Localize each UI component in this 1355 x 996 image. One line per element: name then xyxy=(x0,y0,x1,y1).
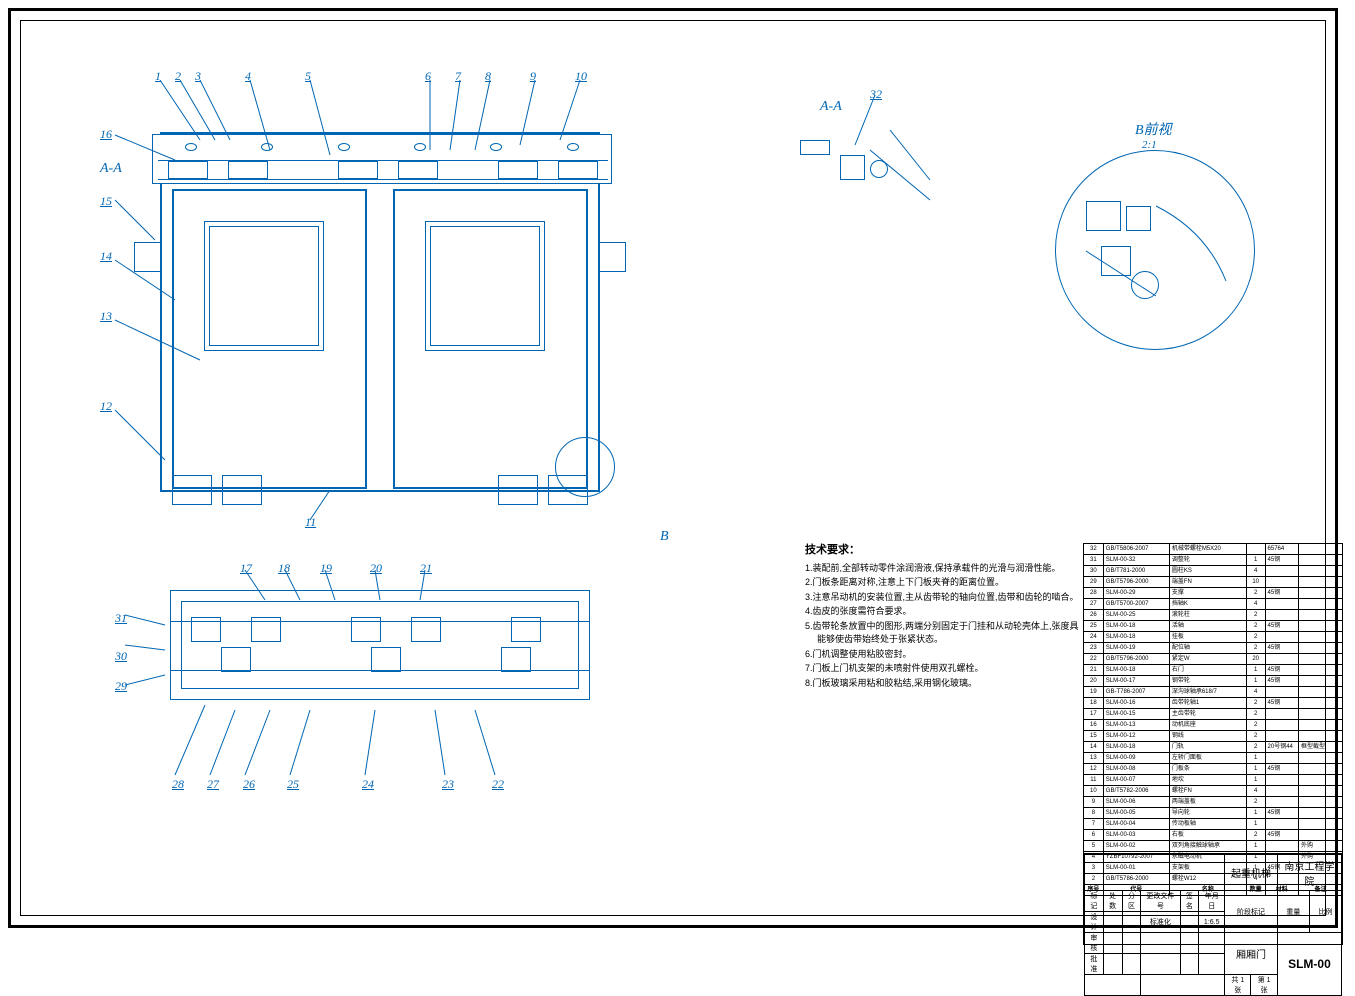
bom-row: 16SLM-00-13动机底座2 xyxy=(1084,720,1343,731)
bom-row: 26SLM-00-25滚轮柱2 xyxy=(1084,610,1343,621)
tech-req-item: 4.齿皮的张度需符合要求。 xyxy=(805,605,1085,619)
bom-row: 21SLM-00-18右门145钢 xyxy=(1084,665,1343,676)
balloon: 6 xyxy=(425,70,431,82)
right-door-panel xyxy=(393,189,588,489)
balloon: 26 xyxy=(243,778,255,790)
foot-bracket xyxy=(222,475,262,505)
bom-row: 23SLM-00-19配位轴245钢 xyxy=(1084,643,1343,654)
balloon: 22 xyxy=(492,778,504,790)
bom-row: 8SLM-00-05导向轮145钢 xyxy=(1084,808,1343,819)
balloon: 12 xyxy=(100,400,112,412)
bom-row: 14SLM-00-18门轨220号钢44框型截型 xyxy=(1084,742,1343,753)
right-door-window xyxy=(425,221,545,351)
balloon: 19 xyxy=(320,562,332,574)
balloon: 8 xyxy=(485,70,491,82)
tech-req-item: 1.装配前,全部转动零件涂润滑液,保持承载件的光滑与润滑性能。 xyxy=(805,562,1085,576)
left-door-panel xyxy=(172,189,367,489)
balloon: 10 xyxy=(575,70,587,82)
bom-row: 28SLM-00-29支撑245钢 xyxy=(1084,588,1343,599)
balloon: 23 xyxy=(442,778,454,790)
balloon: 1 xyxy=(155,70,161,82)
section-a-a-view: A-A xyxy=(790,100,960,230)
balloon: 3 xyxy=(195,70,201,82)
bom-row: 5SLM-00-02双列角接触球轴承1外购 xyxy=(1084,841,1343,852)
dwg-title2: 厢厢门 xyxy=(1225,933,1278,975)
tech-req-item: 5.齿带轮条放置中的图形,两端分别固定于门挂和从动轮壳体上,张度具能够使齿带始终… xyxy=(805,620,1085,647)
bom-row: 25SLM-00-18活轴245钢 xyxy=(1084,621,1343,632)
bom-row: 20SLM-00-17钢带轮145钢 xyxy=(1084,676,1343,687)
top-view xyxy=(130,570,630,750)
tech-req-title: 技术要求： xyxy=(805,542,1085,559)
foot-bracket xyxy=(498,475,538,505)
bom-row: 27GB/T5700-2007挡轴K4 xyxy=(1084,599,1343,610)
bom-row: 19GB-T786-2007深沟球轴承618/74 xyxy=(1084,687,1343,698)
balloon: 14 xyxy=(100,250,112,262)
balloon: 18 xyxy=(278,562,290,574)
tech-req-item: 7.门板上门机支架的未喷射件使用双孔螺栓。 xyxy=(805,662,1085,676)
title-block: 起重机梯 南京工程学院 标记处数分区 更改文件号签名年月日 阶段标记 重量比例 … xyxy=(1083,853,1343,945)
balloon: 20 xyxy=(370,562,382,574)
bom-row: 18SLM-00-16齿带轮轴1245钢 xyxy=(1084,698,1343,709)
left-door-window xyxy=(204,221,324,351)
balloon: 28 xyxy=(172,778,184,790)
header-rail xyxy=(152,134,612,184)
bom-row: 24SLM-00-18挂板2 xyxy=(1084,632,1343,643)
side-bracket xyxy=(598,242,626,272)
technical-requirements: 技术要求： 1.装配前,全部转动零件涂润滑液,保持承载件的光滑与润滑性能。2.门… xyxy=(805,542,1085,691)
balloon: 17 xyxy=(240,562,252,574)
detail-b-indicator xyxy=(555,437,615,497)
balloon: 21 xyxy=(420,562,432,574)
bom-row: 7SLM-00-04传动板轴1 xyxy=(1084,819,1343,830)
balloon: 2 xyxy=(175,70,181,82)
balloon: 5 xyxy=(305,70,311,82)
bom-row: 32GB/T5806-2007机械带螺栓M5X2065764 xyxy=(1084,544,1343,555)
tech-req-item: 8.门板玻璃采用粘和胶粘结,采用钢化玻璃。 xyxy=(805,677,1085,691)
balloon: 7 xyxy=(455,70,461,82)
dwg-number: SLM-00 xyxy=(1277,933,1341,996)
foot-bracket xyxy=(172,475,212,505)
tech-req-item: 2.门板条距离对称,注意上下门板夹脊的距离位置。 xyxy=(805,576,1085,590)
tech-req-item: 3.注意吊动机的安装位置,主从齿带轮的轴向位置,齿带和齿轮的啮合。 xyxy=(805,591,1085,605)
bom-row: 6SLM-00-03右板245钢 xyxy=(1084,830,1343,841)
bom-row: 13SLM-00-09左轿门面板1 xyxy=(1084,753,1343,764)
section-aa-label: A-A xyxy=(820,100,842,114)
balloon: 24 xyxy=(362,778,374,790)
balloon: 32 xyxy=(870,88,882,100)
balloon: 27 xyxy=(207,778,219,790)
detail-b-marker: B xyxy=(660,530,669,544)
door-frame xyxy=(160,132,600,492)
bom-row: 31SLM-00-32调整轮145钢 xyxy=(1084,555,1343,566)
detail-b-view: B前视 2:1 xyxy=(1050,130,1260,340)
balloon: 11 xyxy=(305,516,316,528)
balloon: 16 xyxy=(100,128,112,140)
bom-row: 30GB/T781-2000圆柱KS4 xyxy=(1084,566,1343,577)
bom-row: 9SLM-00-06两端盖板2 xyxy=(1084,797,1343,808)
balloon: 29 xyxy=(115,680,127,692)
bom-row: 12SLM-00-08门板条145钢 xyxy=(1084,764,1343,775)
bom-row: 15SLM-00-12钢线2 xyxy=(1084,731,1343,742)
school: 南京工程学院 xyxy=(1277,855,1341,891)
bom-row: 22GB/T5796-2000紧定W20 xyxy=(1084,654,1343,665)
detail-b-label: B前视 xyxy=(1135,124,1172,138)
balloon: 30 xyxy=(115,650,127,662)
balloon: 31 xyxy=(115,612,127,624)
bom-row: 10GB/T5782-2006螺栓FN4 xyxy=(1084,786,1343,797)
balloon: 4 xyxy=(245,70,251,82)
tech-req-item: 6.门机调整使用粘胶密封。 xyxy=(805,648,1085,662)
bom-row: 11SLM-00-07地坎1 xyxy=(1084,775,1343,786)
bom-row: 29GB/T5796-2000端盖FN10 xyxy=(1084,577,1343,588)
bom-row: 17SLM-00-15主齿带轮2 xyxy=(1084,709,1343,720)
section-a-a-marker: A-A xyxy=(100,162,122,176)
dwg-title1: 起重机梯 xyxy=(1225,855,1278,891)
balloon: 15 xyxy=(100,195,112,207)
balloon: 25 xyxy=(287,778,299,790)
side-bracket xyxy=(134,242,162,272)
main-front-view xyxy=(120,82,640,502)
balloon: 9 xyxy=(530,70,536,82)
bom-table: 32GB/T5806-2007机械带螺栓M5X206576431SLM-00-3… xyxy=(1083,543,1343,896)
balloon: 13 xyxy=(100,310,112,322)
